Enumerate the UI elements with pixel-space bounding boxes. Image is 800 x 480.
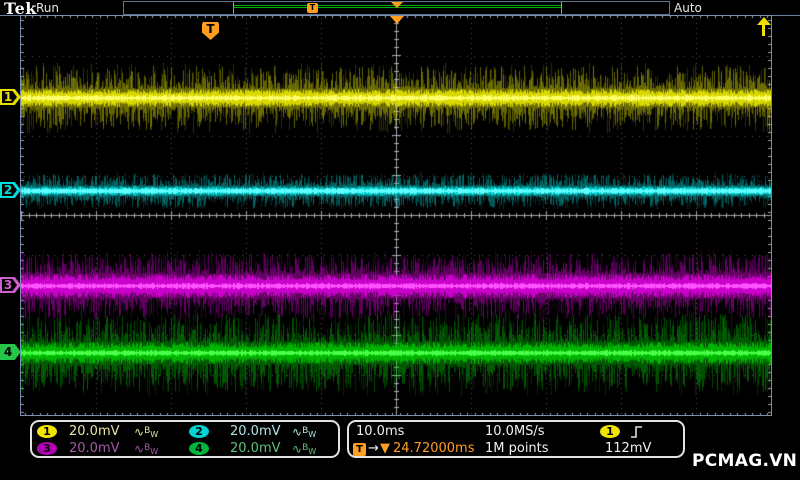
record-window-divider-right xyxy=(561,2,562,14)
channel-4-badge[interactable]: 4 xyxy=(189,442,209,455)
record-trigger-t-icon: T xyxy=(307,3,318,13)
channel-2-coupling-bw-icon: ∿BW xyxy=(292,425,317,439)
channel-4-scale[interactable]: 20.0mV xyxy=(230,441,281,457)
trigger-mode-status: Auto xyxy=(674,1,702,15)
channel-2-badge[interactable]: 2 xyxy=(189,425,209,438)
marker-label: 3 xyxy=(3,278,13,292)
marker-label: 2 xyxy=(3,183,13,197)
channel-2-scale[interactable]: 20.0mV xyxy=(230,424,281,440)
channel-4-coupling-bw-icon: ∿BW xyxy=(292,442,317,456)
oscilloscope-screen: Tek Run T Auto 1 2 3 4 T 1 20.0mV ∿BW 2 … xyxy=(0,0,800,480)
watermark: PCMAG.VN xyxy=(692,451,798,471)
channel-2-position-marker[interactable]: 2 xyxy=(0,182,21,198)
arrow-head xyxy=(757,17,771,25)
trigger-level-readout[interactable]: 112mV xyxy=(605,441,651,457)
waveform-canvas xyxy=(21,16,771,415)
trigger-position-readout[interactable]: 24.72000ms xyxy=(393,441,474,457)
channel-1-position-marker[interactable]: 1 xyxy=(0,89,21,105)
channel-1-badge[interactable]: 1 xyxy=(37,425,57,438)
record-expansion-marker-icon xyxy=(391,2,403,8)
trigger-t-icon: T xyxy=(353,443,366,456)
timebase-scale[interactable]: 10.0ms xyxy=(356,424,404,440)
trigger-arrow: → xyxy=(368,441,379,456)
channel-1-scale[interactable]: 20.0mV xyxy=(69,424,120,440)
record-window-divider-left xyxy=(233,2,234,14)
channel-readouts-box: 1 20.0mV ∿BW 2 20.0mV ∿BW 3 20.0mV ∿BW 4… xyxy=(30,420,340,458)
record-length: 1M points xyxy=(485,441,549,456)
marker-label: 1 xyxy=(3,90,13,104)
trigger-marker-icon: ▼ xyxy=(380,441,390,456)
channel-3-position-marker[interactable]: 3 xyxy=(0,277,21,293)
sample-rate: 10.0MS/s xyxy=(485,424,545,439)
trigger-slope-rising-icon xyxy=(631,426,642,438)
expansion-point-icon xyxy=(390,16,404,24)
display-graticule xyxy=(20,15,772,416)
channel-3-scale[interactable]: 20.0mV xyxy=(69,441,120,457)
trigger-level-offscreen-arrow-icon[interactable] xyxy=(757,17,771,37)
channel-1-coupling-bw-icon: ∿BW xyxy=(134,425,159,439)
channel-4-position-marker[interactable]: 4 xyxy=(0,344,21,360)
marker-label: 4 xyxy=(3,345,13,359)
record-view-bar: T xyxy=(123,1,670,15)
channel-3-badge[interactable]: 3 xyxy=(37,442,57,455)
channel-3-coupling-bw-icon: ∿BW xyxy=(134,442,159,456)
arrow-stem xyxy=(762,25,765,36)
horizontal-trigger-readout-box: 10.0ms 10.0MS/s 1 T → ▼ 24.72000ms 1M po… xyxy=(347,420,685,458)
trigger-source-badge[interactable]: 1 xyxy=(600,425,620,438)
acquisition-status: Run xyxy=(36,1,60,15)
